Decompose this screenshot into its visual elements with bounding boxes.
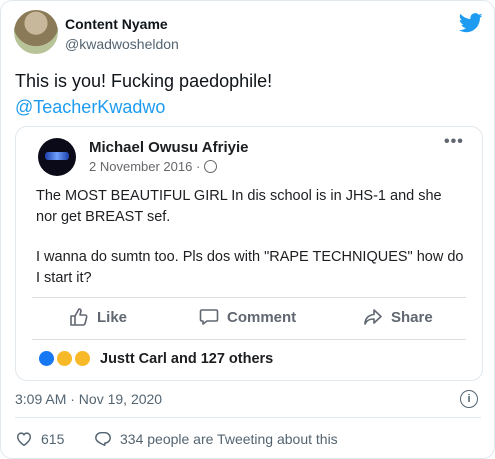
share-label: Share: [391, 308, 433, 326]
info-icon[interactable]: i: [460, 390, 478, 408]
facebook-share-button[interactable]: Share: [363, 307, 433, 327]
facebook-author-name[interactable]: Michael Owusu Afriyie: [89, 139, 249, 156]
facebook-comment-button[interactable]: Comment: [199, 307, 296, 327]
comment-icon: [199, 309, 219, 325]
tweet-timestamp[interactable]: 3:09 AM · Nov 19, 2020: [15, 391, 162, 407]
like-count: 615: [41, 431, 65, 447]
reply-bubble-icon: [95, 431, 111, 447]
like-label: Like: [97, 308, 128, 326]
heart-icon: [16, 432, 32, 447]
tweet-text: This is you! Fucking paedophile! @Teache…: [15, 68, 475, 120]
reply-button[interactable]: 334 people are Tweeting about this: [94, 430, 338, 448]
facebook-post-paragraph: I wanna do sumtn too. Pls dos with "RAPE…: [36, 249, 464, 286]
facebook-post-body: The MOST BEAUTIFUL GIRL In dis school is…: [36, 186, 466, 308]
share-icon: [364, 309, 382, 325]
divider: [32, 297, 466, 298]
facebook-like-button[interactable]: Like: [69, 307, 127, 327]
globe-icon: [204, 160, 218, 173]
tweet-text-line: This is you! Fucking paedophile!: [15, 71, 273, 91]
author-avatar[interactable]: [14, 10, 58, 54]
facebook-date-text: 2 November 2016 ·: [89, 159, 201, 174]
author-handle[interactable]: @kwadwosheldon: [65, 36, 179, 52]
reply-text: 334 people are Tweeting about this: [120, 431, 338, 447]
embedded-facebook-post[interactable]: Michael Owusu Afriyie 2 November 2016 · …: [15, 126, 483, 381]
like-reaction-icon: [38, 350, 55, 367]
like-thumb-icon: [70, 308, 88, 326]
haha-reaction-icon: [56, 350, 73, 367]
author-name[interactable]: Content Nyame: [65, 16, 168, 32]
tweet-card: Content Nyame @kwadwosheldon This is you…: [0, 0, 495, 459]
twitter-bird-icon[interactable]: [459, 13, 483, 33]
like-button[interactable]: 615: [15, 430, 64, 448]
divider: [32, 339, 466, 340]
facebook-avatar[interactable]: [38, 138, 76, 176]
more-icon[interactable]: •••: [444, 133, 464, 151]
mention-link[interactable]: @TeacherKwadwo: [15, 94, 475, 120]
facebook-post-date: 2 November 2016 ·: [89, 159, 218, 174]
divider: [15, 417, 481, 418]
reaction-count-label: Justt Carl and 127 others: [100, 350, 274, 367]
facebook-post-paragraph: The MOST BEAUTIFUL GIRL In dis school is…: [36, 188, 442, 225]
comment-label: Comment: [227, 308, 297, 326]
reaction-summary[interactable]: Justt Carl and 127 others: [38, 350, 273, 367]
wow-reaction-icon: [74, 350, 91, 367]
